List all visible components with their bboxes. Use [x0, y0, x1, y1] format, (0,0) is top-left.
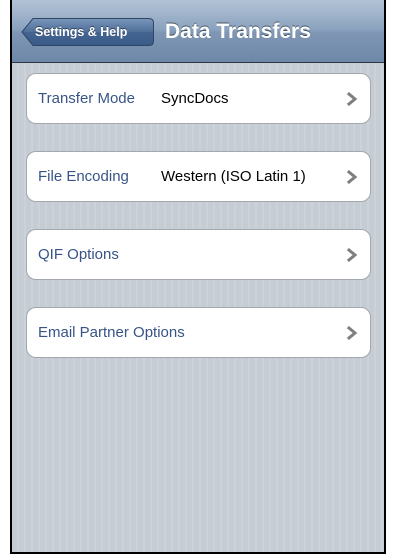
row-value: SyncDocs: [161, 90, 229, 107]
row-label: QIF Options: [38, 246, 119, 263]
row-qif-options[interactable]: QIF Options: [26, 229, 371, 280]
row-label: File Encoding: [38, 168, 129, 185]
chevron-right-icon: [346, 92, 358, 106]
page-title: Data Transfers: [165, 20, 311, 43]
app-window: Settings & Help Data Transfers Transfer …: [10, 0, 386, 554]
chevron-right-icon: [346, 170, 358, 184]
row-transfer-mode[interactable]: Transfer Mode SyncDocs: [26, 73, 371, 124]
row-label: Transfer Mode: [38, 90, 135, 107]
chevron-right-icon: [346, 326, 358, 340]
navigation-bar: Settings & Help Data Transfers: [12, 0, 384, 63]
row-email-partner-options[interactable]: Email Partner Options: [26, 307, 371, 358]
row-value: Western (ISO Latin 1): [161, 168, 306, 185]
back-button-label: Settings & Help: [35, 25, 128, 39]
row-label: Email Partner Options: [38, 324, 185, 341]
chevron-right-icon: [346, 248, 358, 262]
row-file-encoding[interactable]: File Encoding Western (ISO Latin 1): [26, 151, 371, 202]
back-button[interactable]: Settings & Help: [21, 17, 155, 47]
